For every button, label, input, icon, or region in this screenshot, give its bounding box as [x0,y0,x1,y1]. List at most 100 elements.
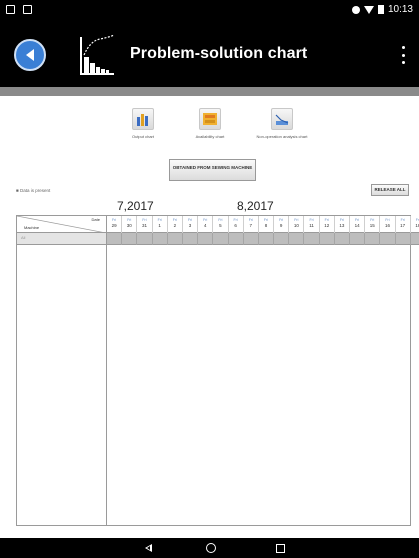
date-status-cell[interactable] [107,233,123,245]
date-header-cell[interactable]: Fri 1 [153,216,168,233]
date-header-cell[interactable]: Fri 2 [168,216,183,233]
date-status-cell[interactable] [396,233,411,245]
date-status-cell[interactable] [320,233,335,245]
date-status-row [107,233,419,245]
release-all-button[interactable]: RELEASE ALL [371,184,409,196]
date-header-cell[interactable]: Fri 11 [304,216,320,233]
date-status-cell[interactable] [122,233,138,245]
date-header-cell[interactable]: Fri 7 [244,216,259,233]
date-status-cell[interactable] [213,233,229,245]
date-axis-label: Date [91,217,100,222]
weekday-marker: Fri [400,218,405,222]
day-number: 18 [415,223,419,228]
weekday-marker: Fri [248,218,253,222]
overflow-menu-button[interactable] [399,46,407,64]
date-header-cell[interactable]: Fri 15 [365,216,381,233]
app-bar: Problem-solution chart [0,22,419,87]
notification-icon [6,5,15,14]
date-status-cell[interactable] [244,233,259,245]
date-header-cell[interactable]: Fri 14 [350,216,366,233]
day-number: 12 [324,223,330,228]
day-number: 1 [158,223,161,228]
availability-chart-button[interactable]: Availability chart [170,108,250,139]
date-status-cell[interactable] [350,233,366,245]
machine-axis-label: Machine [24,225,40,230]
weekday-marker: Fri [279,218,284,222]
date-header-cell[interactable]: Fri 6 [229,216,244,233]
date-status-cell[interactable] [289,233,305,245]
date-header-cell[interactable]: Fri 13 [335,216,350,233]
date-header-cell[interactable]: Fri 16 [380,216,396,233]
date-header-cell[interactable]: Fri 8 [259,216,275,233]
grid-corner-header: Date Machine [17,216,106,233]
machine-filter-row[interactable]: All [17,233,106,245]
date-header-cell[interactable]: Fri 9 [274,216,290,233]
date-header-cell[interactable]: Fri 12 [320,216,335,233]
weekday-marker: Fri [309,218,314,222]
date-status-cell[interactable] [380,233,396,245]
battery-icon [377,5,384,14]
day-number: 13 [339,223,345,228]
date-header-cell[interactable]: Fri18 [411,216,419,233]
day-number: 14 [354,223,360,228]
date-header-cell[interactable]: Fri 17 [396,216,411,233]
notification-icons [6,5,32,14]
date-header-cell[interactable]: Fri 10 [289,216,305,233]
date-header-cell[interactable]: Fri 31 [137,216,153,233]
date-status-cell[interactable] [365,233,381,245]
date-header-cell[interactable]: Fri 29 [107,216,123,233]
day-number: 17 [400,223,406,228]
day-number: 16 [384,223,390,228]
nav-recents-icon[interactable] [276,544,285,553]
obtain-from-sewing-machine-button[interactable]: OBTAINED FROM SEWING MACHINE [169,159,256,181]
date-status-cell[interactable] [274,233,290,245]
weekday-marker: Fri [157,218,162,222]
date-header-cell[interactable]: Fri 3 [183,216,199,233]
day-number: 2 [173,223,177,228]
weekday-marker: Fri [172,218,177,222]
day-number: 29 [111,223,117,228]
back-button[interactable] [14,39,46,71]
bar-chart-icon [132,108,154,130]
status-icons: 10:13 [351,4,413,15]
date-status-cell[interactable] [168,233,183,245]
system-navigation-bar [0,538,419,558]
day-number: 30 [126,223,132,228]
weekday-marker: Fri [263,218,269,222]
date-status-cell[interactable] [137,233,153,245]
date-status-cell[interactable] [304,233,320,245]
overflow-dot-icon [401,61,405,64]
non-operation-analysis-chart-button[interactable]: Non-operation analysis chart [242,108,322,139]
weekday-marker: Fri [324,218,329,222]
grid-column-separator [106,216,107,525]
nav-home-icon[interactable] [206,543,216,553]
date-status-cell[interactable] [259,233,275,245]
date-status-cell[interactable] [411,233,419,245]
availability-chart-label: Availability chart [195,134,225,139]
overflow-dot-icon [401,46,405,49]
day-number: 6 [234,223,237,228]
status-time: 10:13 [387,4,413,15]
date-status-cell[interactable] [229,233,244,245]
date-header-cell[interactable]: Fri 4 [198,216,214,233]
nav-back-icon[interactable] [145,544,152,552]
back-arrow-icon [26,49,34,61]
day-number: 10 [293,223,299,228]
notification-icon [23,5,32,14]
weekday-marker: Fri [112,218,117,222]
date-header-cell[interactable]: Fri 30 [122,216,138,233]
weekday-marker: Fri [187,218,193,222]
weekday-marker: Fri [203,218,208,222]
day-number: 8 [264,223,268,228]
date-status-cell[interactable] [153,233,168,245]
day-number: 9 [279,223,283,228]
date-header-cell[interactable]: Fri 5 [213,216,229,233]
data-present-legend: ■ Data is present [16,188,51,193]
schedule-grid: Date Machine All Fri 29 Fri 30 Fri 31 Fri 1 Fri 2… [16,215,419,526]
date-status-cell[interactable] [335,233,350,245]
date-status-cell[interactable] [183,233,199,245]
month-label-july: 7,2017 [117,199,154,213]
day-number: 11 [309,223,314,228]
date-status-cell[interactable] [198,233,214,245]
date-header-row: Fri 29 Fri 30 Fri 31 Fri 1 Fri 2 Fri 3 Fri 4 Fri 5 Fri 6 F… [107,216,419,233]
